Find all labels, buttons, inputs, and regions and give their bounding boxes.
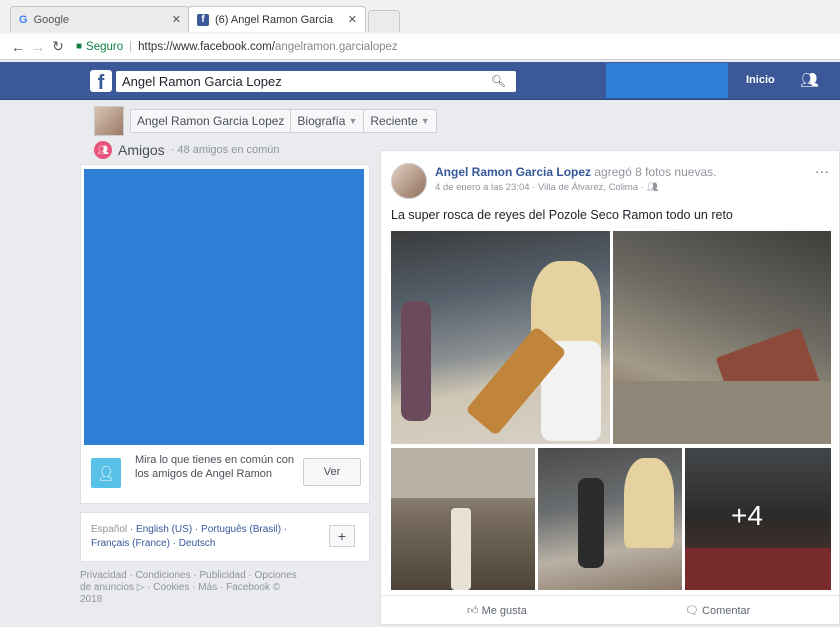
redacted-friends-grid [84,169,364,445]
avatar[interactable] [391,163,427,199]
comment-icon: 🗨︎ [685,605,699,617]
post-text: La super rosca de reyes del Pozole Seco … [391,208,733,222]
photo-1[interactable] [391,231,610,444]
post-action: agregó 8 fotos nuevas. [594,165,717,179]
forward-arrow-icon[interactable]: → [28,39,48,55]
url-field[interactable]: ■ Seguro | https://www.facebook.com/ange… [76,41,398,53]
mutual-friends-text: Mira lo que tienes en común con los amig… [135,454,294,480]
facebook-favicon-icon: f [197,13,209,26]
more-photos-count[interactable]: +4 [731,500,763,532]
post-card: Angel Ramon Garcia Lopez agregó 8 fotos … [380,150,840,625]
reload-icon[interactable]: ↻ [48,38,68,55]
post-author-link[interactable]: Angel Ramon Garcia Lopez [435,165,591,179]
mutual-friends-icon: 👤︎ [91,458,121,488]
friends-card: 👤︎ Mira lo que tienes en común con los a… [80,164,370,504]
view-button[interactable]: Ver [303,458,361,486]
photo-2[interactable] [613,231,831,444]
tab-label: (6) Angel Ramon Garcia [215,13,333,26]
search-input[interactable]: Angel Ramon Garcia Lopez 🔍︎ [116,71,516,92]
thumbs-up-icon: 👍︎ [467,605,479,617]
photo-4[interactable] [538,448,682,590]
recent-label: Reciente [370,114,418,128]
url-separator: | [129,40,133,53]
address-bar: ← → ↻ ■ Seguro | https://www.facebook.co… [0,34,840,60]
facebook-top-bar: f Angel Ramon Garcia Lopez 🔍︎ Inicio 👥︎ [0,62,840,100]
secure-label: Seguro [86,40,124,53]
like-label: Me gusta [481,605,527,617]
comment-button[interactable]: 🗨︎ Comentar [685,604,750,617]
new-tab-button[interactable] [368,10,400,32]
add-language-button[interactable]: + [329,525,355,547]
languages-card: Español · English (US) · Português (Bras… [80,512,370,562]
like-button[interactable]: 👍︎ Me gusta [467,604,527,617]
search-value: Angel Ramon Garcia Lopez [122,74,282,89]
profile-nav: Angel Ramon Garcia Lopez Biografía ▼ Reci… [94,104,437,138]
friends-icon: 👥︎ [94,141,112,159]
post-actions: 👍︎ Me gusta 🗨︎ Comentar [381,595,840,625]
biography-tab[interactable]: Biografía ▼ [291,110,365,132]
facebook-logo-icon[interactable]: f [90,70,112,94]
photo-3[interactable] [391,448,535,590]
avatar[interactable] [94,106,124,136]
close-tab-icon[interactable]: ✕ [348,13,357,26]
tab-label: Google [33,13,70,26]
friends-header: 👥︎ Amigos · 48 amigos en común [94,141,280,159]
post-timestamp[interactable]: 4 de enero a las 23:04 · Villa de Álvare… [435,182,647,193]
post-meta: 4 de enero a las 23:04 · Villa de Álvare… [435,182,659,193]
close-tab-icon[interactable]: ✕ [172,13,181,26]
back-arrow-icon[interactable]: ← [8,39,28,55]
tab-facebook[interactable]: f (6) Angel Ramon Garcia ✕ [188,6,366,32]
audience-friends-icon[interactable]: 👥︎ [647,182,659,193]
lock-icon: ■ [76,41,83,52]
current-language: Español [91,524,128,535]
profile-name-link[interactable]: Angel Ramon Garcia Lopez [131,110,292,132]
recent-tab[interactable]: Reciente ▼ [364,110,435,132]
redacted-block [606,63,728,98]
footer-links[interactable]: Privacidad · Condiciones · Publicidad · … [80,570,300,606]
browser-tab-bar: G Google ✕ f (6) Angel Ramon Garcia ✕ [0,0,840,34]
friend-requests-icon[interactable]: 👥︎ [800,71,819,89]
url-path: angelramon.garcialopez [274,40,398,53]
friends-title[interactable]: Amigos [118,142,165,158]
home-link[interactable]: Inicio [746,74,775,86]
comment-label: Comentar [702,605,751,617]
profile-nav-pill: Angel Ramon Garcia Lopez Biografía ▼ Reci… [130,109,437,133]
language-list: Español · English (US) · Português (Bras… [91,523,311,551]
mutual-friends-count[interactable]: · 48 amigos en común [171,144,280,156]
more-options-icon[interactable]: ··· [815,163,829,179]
google-icon: G [19,13,28,26]
search-icon[interactable]: 🔍︎ [491,74,506,88]
chevron-down-icon: ▼ [348,116,358,126]
url-base: https://www.facebook.com/ [138,40,275,53]
chevron-down-icon: ▼ [420,116,430,126]
biography-label: Biografía [297,114,346,128]
post-header: Angel Ramon Garcia Lopez agregó 8 fotos … [435,165,716,179]
tab-google[interactable]: G Google ✕ [10,6,190,32]
photo-5[interactable]: +4 [685,448,831,590]
